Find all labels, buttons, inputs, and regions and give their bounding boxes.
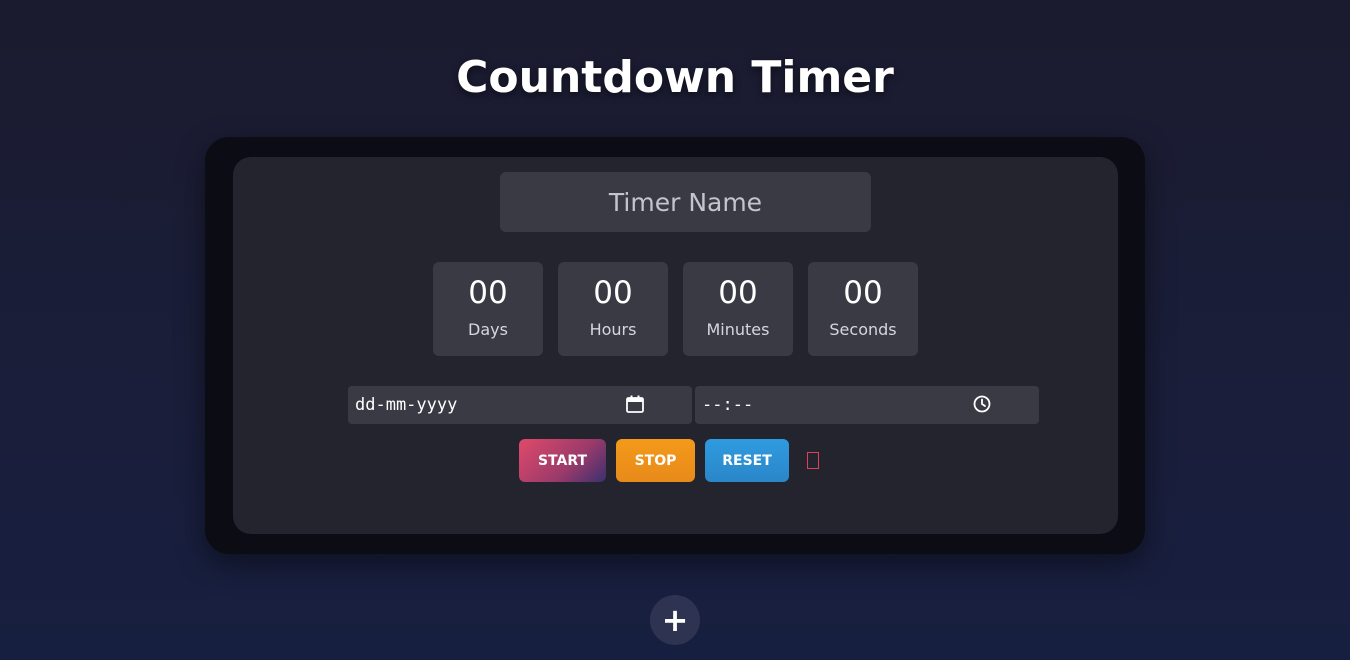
start-button[interactable]: START (519, 439, 606, 482)
minutes-box: 00 Minutes (683, 262, 793, 356)
hours-box: 00 Hours (558, 262, 668, 356)
hours-label: Hours (589, 320, 637, 339)
seconds-box: 00 Seconds (808, 262, 918, 356)
seconds-value: 00 (843, 275, 883, 311)
add-timer-button[interactable]: + (650, 595, 700, 645)
reset-button[interactable]: RESET (705, 439, 789, 482)
date-input-text: dd-mm-yyyy (355, 395, 458, 415)
timer-name-input[interactable] (500, 172, 871, 232)
delete-icon[interactable] (807, 452, 819, 469)
page-title: Countdown Timer (456, 52, 894, 103)
timer-card: 00 Days 00 Hours 00 Minutes 00 Seconds d… (205, 137, 1145, 554)
minutes-value: 00 (718, 275, 758, 311)
hours-value: 00 (593, 275, 633, 311)
clock-icon[interactable] (972, 394, 992, 414)
minutes-label: Minutes (706, 320, 770, 339)
days-value: 00 (468, 275, 508, 311)
days-box: 00 Days (433, 262, 543, 356)
date-input[interactable]: dd-mm-yyyy (348, 386, 692, 424)
calendar-icon[interactable] (625, 394, 645, 414)
time-input-text: --:-- (702, 395, 754, 415)
countdown-display: 00 Days 00 Hours 00 Minutes 00 Seconds (433, 262, 918, 356)
stop-button[interactable]: STOP (616, 439, 695, 482)
timer-card-inner: 00 Days 00 Hours 00 Minutes 00 Seconds d… (233, 157, 1118, 534)
seconds-label: Seconds (829, 320, 897, 339)
timer-controls: START STOP RESET (519, 439, 819, 482)
time-input[interactable]: --:-- (695, 386, 1039, 424)
days-label: Days (468, 320, 508, 339)
